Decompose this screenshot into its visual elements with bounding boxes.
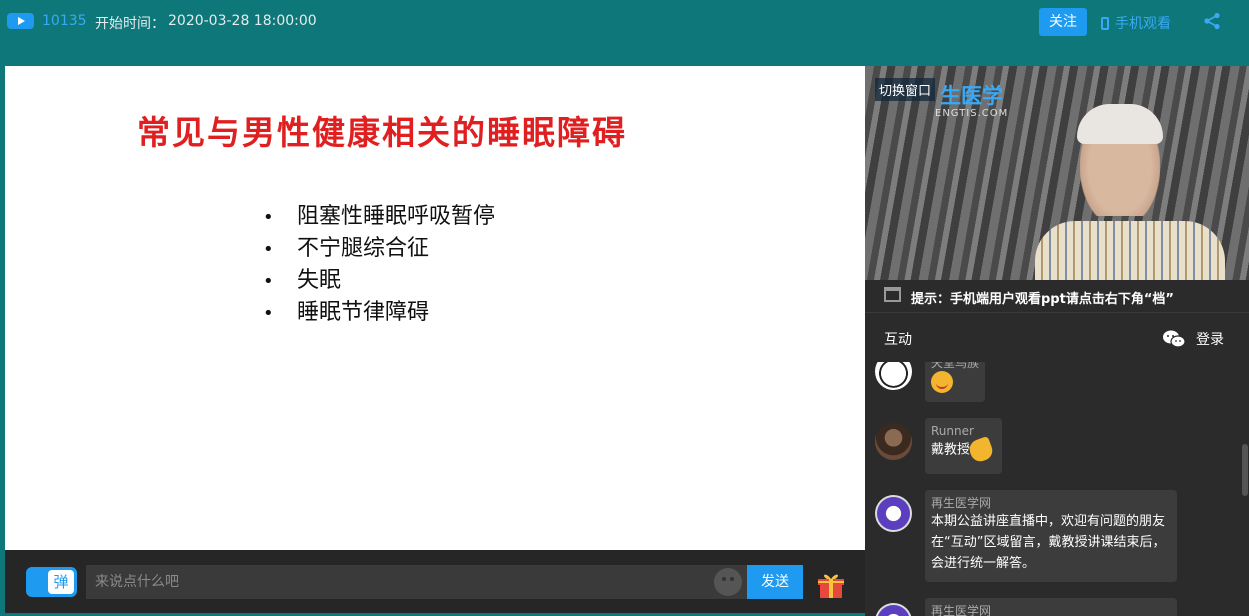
chat-username: 再生医学网 (931, 604, 992, 616)
phone-icon (1101, 17, 1109, 30)
slide-title: 常见与男性健康相关的睡眠障碍 (137, 113, 627, 152)
notice-icon (884, 287, 901, 302)
user-avatar (875, 495, 912, 532)
chat-input-bar: 弹 发送 (5, 550, 865, 613)
slide-bullet: • 失眠 (263, 268, 342, 293)
start-time-value: 2020-03-28 18:00:00 (168, 13, 317, 29)
logo-subtext: ENGTIS.COM (935, 108, 1009, 119)
mobile-watch-link[interactable]: 手机观看 (1101, 13, 1171, 33)
emoji-icon[interactable] (714, 568, 742, 596)
gift-icon[interactable] (815, 568, 847, 600)
tip-bar: 提示：手机端用户观看ppt请点击右下角“档” (865, 280, 1249, 312)
speaker-shirt (1035, 221, 1225, 280)
chat-list[interactable]: 天堂鸟族 Runner 戴教授 再生医学网 本期公益讲座直播中，欢迎有问题的朋友… (865, 362, 1249, 616)
chat-text: 戴教授 (931, 442, 971, 458)
ppt-slide: 常见与男性健康相关的睡眠障碍 • 阻塞性睡眠呼吸暂停 • 不宁腿综合征 • 失眠 • 睡… (5, 66, 865, 550)
user-avatar (875, 423, 912, 460)
start-time-label: 开始时间： (95, 16, 165, 32)
chat-scrollbar[interactable] (1242, 444, 1248, 496)
login-link[interactable]: 登录 (1196, 329, 1224, 349)
mobile-watch-label: 手机观看 (1115, 16, 1171, 32)
chat-bubble: 再生医学网 本期公益讲座直播中，欢迎有问题的朋友在“互动”区域留言，戴教授讲课结… (925, 490, 1177, 582)
wechat-icon[interactable] (1162, 329, 1186, 349)
top-bar: 10135 开始时间： 2020-03-28 18:00:00 关注 手机观看 (0, 0, 1249, 44)
smile-emoji-icon (931, 371, 953, 393)
danmu-toggle[interactable]: 弹 (26, 567, 77, 597)
tip-text: 提示：手机端用户观看ppt请点击右下角“档” (911, 292, 1174, 307)
clap-emoji-icon (966, 435, 996, 465)
tab-interact[interactable]: 互动 (884, 329, 912, 349)
follow-button[interactable]: 关注 (1039, 8, 1087, 36)
send-button[interactable]: 发送 (747, 565, 803, 599)
chat-text: 本期公益讲座直播中，欢迎有问题的朋友在“互动”区域留言，戴教授讲课结束后，会进行… (931, 514, 1166, 571)
panel-tabs: 互动 登录 (865, 312, 1249, 362)
slide-bullet: • 睡眠节律障碍 (263, 300, 430, 325)
logo-text: 生医学 (940, 84, 1003, 108)
slide-bullet-list: • 阻塞性睡眠呼吸暂停 • 不宁腿综合征 • 失眠 • 睡眠节律障碍 (263, 201, 495, 329)
chat-username: 天堂鸟族 (931, 362, 980, 370)
live-play-icon (7, 13, 34, 29)
chat-bubble: 再生医学网 (925, 598, 1177, 616)
speaker-hair (1077, 104, 1163, 144)
viewer-count: 10135 (42, 13, 87, 29)
switch-window-button[interactable]: 切换窗口 (875, 78, 936, 101)
user-avatar (875, 603, 912, 616)
chat-bubble: 天堂鸟族 (925, 362, 985, 402)
danmu-toggle-label: 弹 (48, 570, 74, 594)
speaker-video[interactable]: 生医学 ENGTIS.COM 切换窗口 (865, 66, 1249, 280)
user-avatar (875, 362, 912, 390)
slide-bullet: • 不宁腿综合征 (263, 236, 430, 261)
slide-bullet: • 阻塞性睡眠呼吸暂停 (263, 204, 496, 229)
chat-bubble: Runner 戴教授 (925, 418, 1002, 474)
share-icon[interactable] (1203, 12, 1221, 30)
chat-input[interactable] (86, 565, 747, 599)
chat-username: 再生医学网 (931, 496, 992, 510)
